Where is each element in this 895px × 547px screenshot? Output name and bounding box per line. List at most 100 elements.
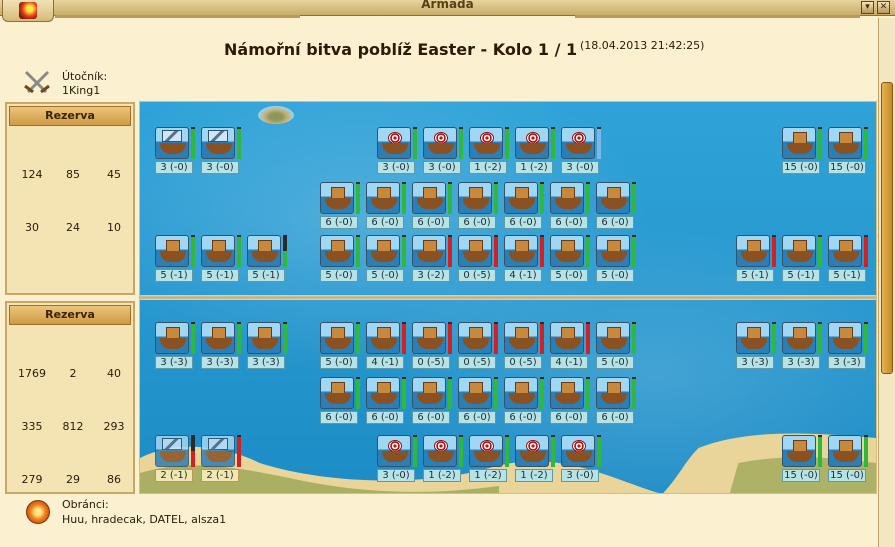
ship-unit[interactable]: 6 (-0): [550, 182, 594, 229]
health-bar: [237, 435, 241, 467]
reserve-item[interactable]: 29: [53, 439, 93, 486]
ship-unit[interactable]: 3 (-0): [155, 127, 199, 174]
ship-unit[interactable]: 0 (-5): [412, 322, 456, 369]
ship-unit[interactable]: 6 (-0): [504, 377, 548, 424]
reserve-item[interactable]: 86: [94, 439, 134, 486]
ship-unit[interactable]: 3 (-0): [561, 435, 605, 482]
health-bar: [356, 182, 360, 214]
ballista-ship-icon: [596, 182, 630, 214]
ship-unit[interactable]: 0 (-5): [458, 322, 502, 369]
ship-unit[interactable]: 2 (-1): [155, 435, 199, 482]
scroll-thumb[interactable]: [881, 82, 893, 374]
ship-unit[interactable]: 2 (-1): [201, 435, 245, 482]
attacker-reserve-panel: Rezerva 124 85 45 30 24 10: [5, 102, 135, 295]
ship-count-label: 3 (-0): [561, 469, 599, 482]
ship-unit[interactable]: 6 (-0): [412, 377, 456, 424]
mortar-ship-icon: [377, 127, 411, 159]
ship-unit[interactable]: 4 (-1): [504, 235, 548, 282]
ship-unit[interactable]: 15 (-0): [782, 435, 826, 482]
reserve-item[interactable]: 30: [12, 187, 52, 234]
ship-count-label: 6 (-0): [412, 216, 450, 229]
mortar-ship-icon: [515, 435, 549, 467]
collapse-button[interactable]: ▾: [861, 1, 874, 14]
ship-unit[interactable]: 5 (-1): [828, 235, 872, 282]
reserve-item[interactable]: 85: [53, 134, 93, 181]
ship-unit[interactable]: 5 (-0): [320, 322, 364, 369]
reserve-item[interactable]: 10: [94, 187, 134, 234]
ship-unit[interactable]: 5 (-0): [550, 235, 594, 282]
catapult-ship-icon: [782, 127, 816, 159]
ship-unit[interactable]: 6 (-0): [596, 182, 640, 229]
defender-names[interactable]: Huu, hradecak, DATEL, alsza1: [62, 513, 226, 526]
ship-unit[interactable]: 0 (-5): [504, 322, 548, 369]
ship-unit[interactable]: 5 (-0): [320, 235, 364, 282]
ship-unit[interactable]: 1 (-2): [423, 435, 467, 482]
health-bar: [459, 435, 463, 467]
reserve-item[interactable]: 2: [53, 333, 93, 380]
ship-unit[interactable]: 0 (-5): [458, 235, 502, 282]
reserve-item[interactable]: 335: [12, 386, 52, 433]
ship-unit[interactable]: 6 (-0): [412, 182, 456, 229]
ship-unit[interactable]: 6 (-0): [458, 182, 502, 229]
ship-unit[interactable]: 3 (-3): [828, 322, 872, 369]
ship-unit[interactable]: 3 (-3): [201, 322, 245, 369]
ship-unit[interactable]: 6 (-0): [596, 377, 640, 424]
reserve-item[interactable]: 293: [94, 386, 134, 433]
ship-unit[interactable]: 5 (-0): [596, 235, 640, 282]
health-bar: [402, 235, 406, 267]
ship-unit[interactable]: 6 (-0): [504, 182, 548, 229]
health-bar: [448, 235, 452, 267]
reserve-item[interactable]: 279: [12, 439, 52, 486]
ship-unit[interactable]: 6 (-0): [550, 377, 594, 424]
reserve-item[interactable]: 24: [53, 187, 93, 234]
ship-unit[interactable]: 5 (-0): [366, 235, 410, 282]
ship-unit[interactable]: 3 (-2): [412, 235, 456, 282]
ship-unit[interactable]: 3 (-3): [736, 322, 780, 369]
ship-unit[interactable]: 3 (-3): [155, 322, 199, 369]
blade-ship-icon: [201, 435, 235, 467]
reserve-item[interactable]: 1769: [12, 333, 52, 380]
ship-unit[interactable]: 3 (-0): [377, 435, 421, 482]
ship-unit[interactable]: 3 (-3): [782, 322, 826, 369]
ship-unit[interactable]: 3 (-0): [377, 127, 421, 174]
ship-count-label: 15 (-0): [828, 161, 866, 174]
health-bar: [191, 127, 195, 159]
ship-unit[interactable]: 15 (-0): [828, 127, 872, 174]
ship-unit[interactable]: 6 (-0): [320, 182, 364, 229]
reserve-item[interactable]: 124: [12, 134, 52, 181]
close-button[interactable]: ✕: [877, 1, 890, 14]
ship-unit[interactable]: 1 (-2): [469, 435, 513, 482]
ship-unit[interactable]: 6 (-0): [366, 377, 410, 424]
ship-count-label: 5 (-1): [736, 269, 774, 282]
ram-ship-icon: [782, 235, 816, 267]
reserve-count: 86: [107, 473, 121, 486]
ship-unit[interactable]: 6 (-0): [366, 182, 410, 229]
reserve-item[interactable]: 812: [53, 386, 93, 433]
ship-count-label: 3 (-3): [155, 356, 193, 369]
ship-unit[interactable]: 3 (-0): [423, 127, 467, 174]
ship-unit[interactable]: 5 (-1): [736, 235, 780, 282]
ship-unit[interactable]: 5 (-1): [247, 235, 291, 282]
ship-unit[interactable]: 3 (-0): [561, 127, 605, 174]
ship-unit[interactable]: 5 (-1): [155, 235, 199, 282]
attacker-name[interactable]: 1King1: [62, 84, 100, 97]
ship-unit[interactable]: 3 (-3): [247, 322, 291, 369]
vertical-scrollbar[interactable]: [878, 18, 895, 547]
ship-unit[interactable]: 1 (-2): [469, 127, 513, 174]
ship-unit[interactable]: 15 (-0): [828, 435, 872, 482]
ship-unit[interactable]: 5 (-0): [596, 322, 640, 369]
ship-unit[interactable]: 4 (-1): [550, 322, 594, 369]
ship-unit[interactable]: 1 (-2): [515, 127, 559, 174]
ship-unit[interactable]: 1 (-2): [515, 435, 559, 482]
ship-unit[interactable]: 4 (-1): [366, 322, 410, 369]
ship-unit[interactable]: 6 (-0): [320, 377, 364, 424]
reserve-item[interactable]: 45: [94, 134, 134, 181]
ship-unit[interactable]: 3 (-0): [201, 127, 245, 174]
ship-unit[interactable]: 6 (-0): [458, 377, 502, 424]
reserve-item[interactable]: 40: [94, 333, 134, 380]
ship-unit[interactable]: 15 (-0): [782, 127, 826, 174]
ship-count-label: 0 (-5): [458, 269, 496, 282]
ship-unit[interactable]: 5 (-1): [201, 235, 245, 282]
ballista-ship-icon: [458, 377, 492, 409]
ship-unit[interactable]: 5 (-1): [782, 235, 826, 282]
